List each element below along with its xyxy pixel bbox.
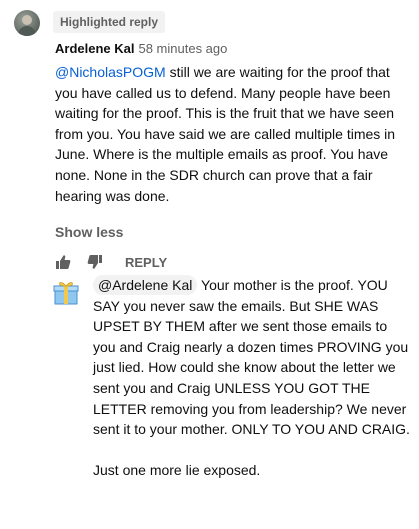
commenter-avatar[interactable] [14,10,40,36]
comment-mention-link[interactable]: @NicholasPOGM [55,64,166,80]
avatar-face [22,15,32,25]
show-less-button[interactable]: Show less [55,224,123,240]
reply-body: Your mother is the proof. YOU SAY you ne… [93,277,410,438]
comment-author[interactable]: Ardelene Kal [55,41,134,56]
thumbs-up-icon[interactable] [55,254,71,270]
reply-mention-chip[interactable]: @Ardelene Kal [93,275,198,295]
thumbs-down-icon[interactable] [87,254,103,270]
comment-text: @NicholasPOGM still we are waiting for t… [55,62,400,206]
comment-body: still we are waiting for the proof that … [55,64,396,204]
highlighted-reply-badge: Highlighted reply [53,11,166,33]
reply-text: @Ardelene Kal Your mother is the proof. … [93,275,411,481]
avatar-body [18,26,36,36]
reply-closing-line: Just one more lie exposed. [93,462,261,479]
comment-header: Ardelene Kal 58 minutes ago [55,41,227,57]
comment-timestamp[interactable]: 58 minutes ago [138,41,227,56]
reply-button[interactable]: REPLY [125,255,167,270]
gift-box-icon[interactable] [53,280,79,306]
